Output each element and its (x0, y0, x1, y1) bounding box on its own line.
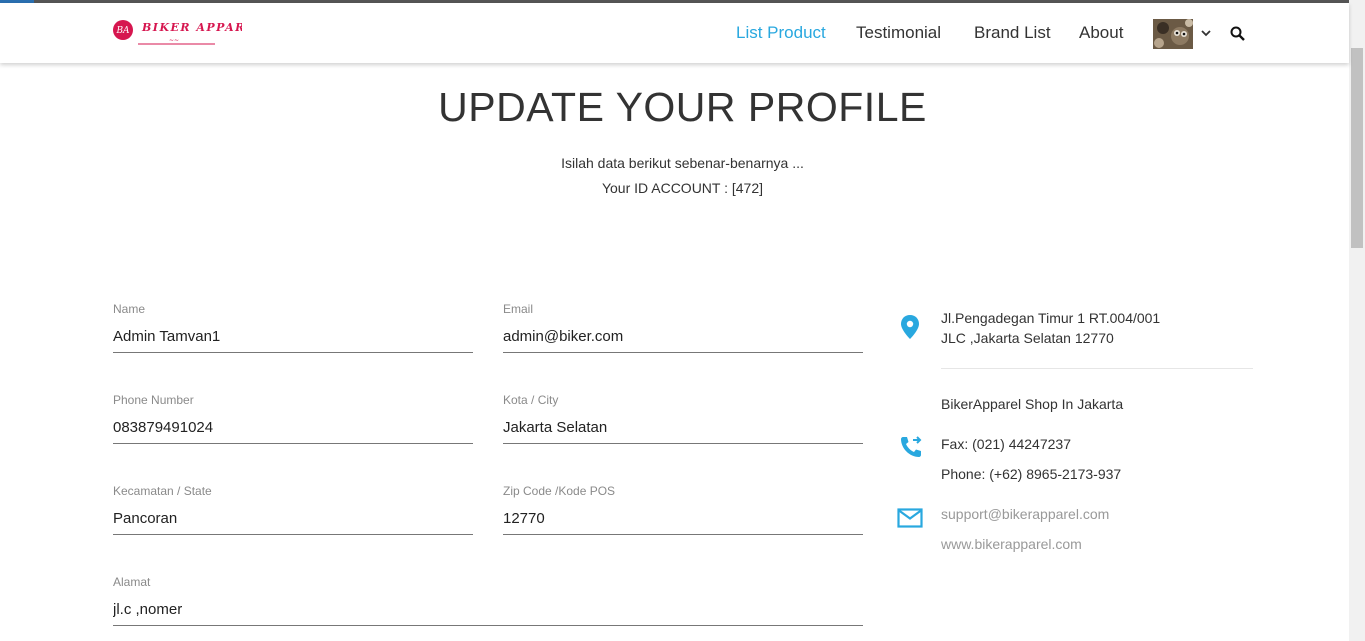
contact-address-line1: Jl.Pengadegan Timur 1 RT.004/001 (941, 310, 1161, 326)
avatar-image (1153, 19, 1193, 49)
name-input[interactable] (113, 322, 473, 353)
brand-logo[interactable]: BA BIKER APPAREL ~~ (112, 15, 263, 49)
name-field-group: Name (113, 302, 473, 353)
city-input[interactable] (503, 413, 863, 444)
svg-text:~~: ~~ (169, 37, 179, 44)
nav-list-product[interactable]: List Product (736, 23, 826, 43)
contact-divider (941, 368, 1253, 369)
name-label: Name (113, 302, 146, 316)
email-label: Email (503, 302, 534, 316)
nav-brand-list[interactable]: Brand List (974, 23, 1051, 43)
page-title: UPDATE YOUR PROFILE (438, 84, 927, 130)
nav-testimonial[interactable]: Testimonial (856, 23, 941, 43)
contact-website-link[interactable]: www.bikerapparel.com (941, 534, 1082, 554)
phone-input[interactable] (113, 413, 473, 444)
address-field-group: Alamat (113, 575, 863, 626)
state-field-group: Kecamatan / State (113, 484, 473, 535)
chevron-down-icon[interactable] (1199, 26, 1213, 40)
contact-fax: Fax: (021) 44247237 (941, 436, 1071, 452)
email-input[interactable] (503, 322, 863, 353)
address-input[interactable] (113, 595, 863, 626)
contact-shop-name: BikerApparel Shop In Jakarta (941, 396, 1124, 412)
phone-forward-icon (898, 434, 924, 465)
mail-icon (897, 507, 923, 534)
city-field-group: Kota / City (503, 393, 863, 444)
navbar: BA BIKER APPAREL ~~ List Product Testimo… (0, 3, 1349, 63)
state-input[interactable] (113, 504, 473, 535)
location-pin-icon (899, 314, 921, 345)
address-label: Alamat (113, 575, 151, 589)
svg-text:BA: BA (115, 26, 130, 36)
zip-field-group: Zip Code /Kode POS (503, 484, 863, 535)
phone-field-group: Phone Number (113, 393, 473, 444)
svg-text:BIKER APPAREL: BIKER APPAREL (141, 21, 242, 34)
phone-label: Phone Number (113, 393, 194, 407)
city-label: Kota / City (503, 393, 559, 407)
contact-address-line2: JLC ,Jakarta Selatan 12770 (941, 330, 1114, 346)
scrollbar-thumb[interactable] (1351, 48, 1363, 248)
page-subtitle: Isilah data berikut sebenar-benarnya ... (561, 155, 804, 171)
search-icon[interactable] (1229, 25, 1247, 43)
zip-label: Zip Code /Kode POS (503, 484, 616, 498)
zip-input[interactable] (503, 504, 863, 535)
email-field-group: Email (503, 302, 863, 353)
state-label: Kecamatan / State (113, 484, 212, 498)
contact-phone: Phone: (+62) 8965-2173-937 (941, 466, 1122, 482)
contact-email-link[interactable]: support@bikerapparel.com (941, 504, 1109, 524)
user-avatar[interactable] (1153, 19, 1193, 49)
nav-about[interactable]: About (1079, 23, 1123, 43)
logo-image: BA BIKER APPAREL ~~ (113, 20, 263, 45)
account-id-line: Your ID ACCOUNT : [472] (601, 180, 764, 196)
